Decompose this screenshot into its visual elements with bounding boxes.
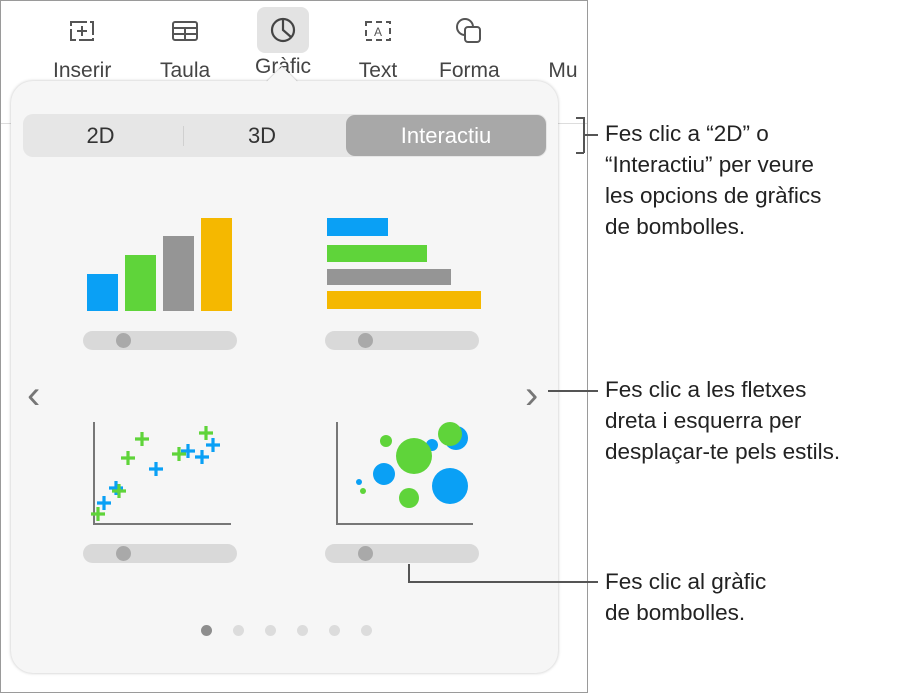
page-dot-4[interactable] (297, 625, 308, 636)
column-chart-slider[interactable] (83, 331, 237, 350)
svg-text:A: A (374, 25, 382, 39)
interactive-column-chart-thumbnail[interactable] (81, 211, 241, 316)
callout-line (584, 134, 598, 136)
interactive-scatter-chart-thumbnail[interactable] (81, 416, 241, 528)
tab-interactive[interactable]: Interactiu (346, 115, 546, 156)
callout-bracket (576, 152, 584, 154)
slider-thumb[interactable] (116, 546, 131, 561)
page-dot-2[interactable] (233, 625, 244, 636)
callout-line (408, 564, 410, 582)
bubble-chart-slider[interactable] (325, 544, 479, 563)
previous-arrow-icon[interactable]: ‹ (27, 373, 40, 418)
insert-icon (62, 11, 102, 51)
text-box-icon: A (358, 11, 398, 51)
toolbar-shape-button[interactable]: Forma (439, 11, 500, 83)
callout-line (408, 581, 598, 583)
toolbar-table-button[interactable]: Taula (160, 11, 210, 83)
toolbar-text-button[interactable]: A Text (358, 11, 398, 83)
callout-tabs: Fes clic a “2D” o “Interactiu” per veure… (605, 121, 822, 239)
chart-popover (11, 81, 558, 673)
scatter-chart-slider[interactable] (83, 544, 237, 563)
slider-thumb[interactable] (358, 546, 373, 561)
interactive-bubble-chart-thumbnail[interactable] (321, 416, 486, 528)
page-dot-3[interactable] (265, 625, 276, 636)
table-icon (165, 11, 205, 51)
slider-thumb[interactable] (358, 333, 373, 348)
media-icon (543, 11, 583, 51)
interactive-bar-chart-thumbnail[interactable] (321, 211, 486, 316)
page-dot-6[interactable] (361, 625, 372, 636)
next-arrow-icon[interactable]: › (525, 373, 538, 418)
page-dot-5[interactable] (329, 625, 340, 636)
toolbar-insert-button[interactable]: Inserir (53, 11, 111, 83)
page-dot-1[interactable] (201, 625, 212, 636)
tab-3d[interactable]: 3D (188, 114, 336, 157)
toolbar-media-button[interactable]: Mu (543, 11, 583, 83)
chart-type-segmented-control: 2D 3D Interactiu (23, 114, 547, 157)
callout-line (548, 390, 598, 392)
segment-divider (183, 126, 184, 146)
bar-chart-slider[interactable] (325, 331, 479, 350)
callout-bubble-chart: Fes clic al gràfic de bombolles. (605, 569, 767, 625)
slider-thumb[interactable] (116, 333, 131, 348)
shape-icon (449, 11, 489, 51)
tab-2d[interactable]: 2D (23, 114, 178, 157)
app-window: Inserir Taula Gràfic A Text Forma Mu 2D … (0, 0, 588, 693)
callout-arrows: Fes clic a les fletxes dreta i esquerra … (605, 377, 841, 464)
chart-icon (257, 7, 309, 53)
